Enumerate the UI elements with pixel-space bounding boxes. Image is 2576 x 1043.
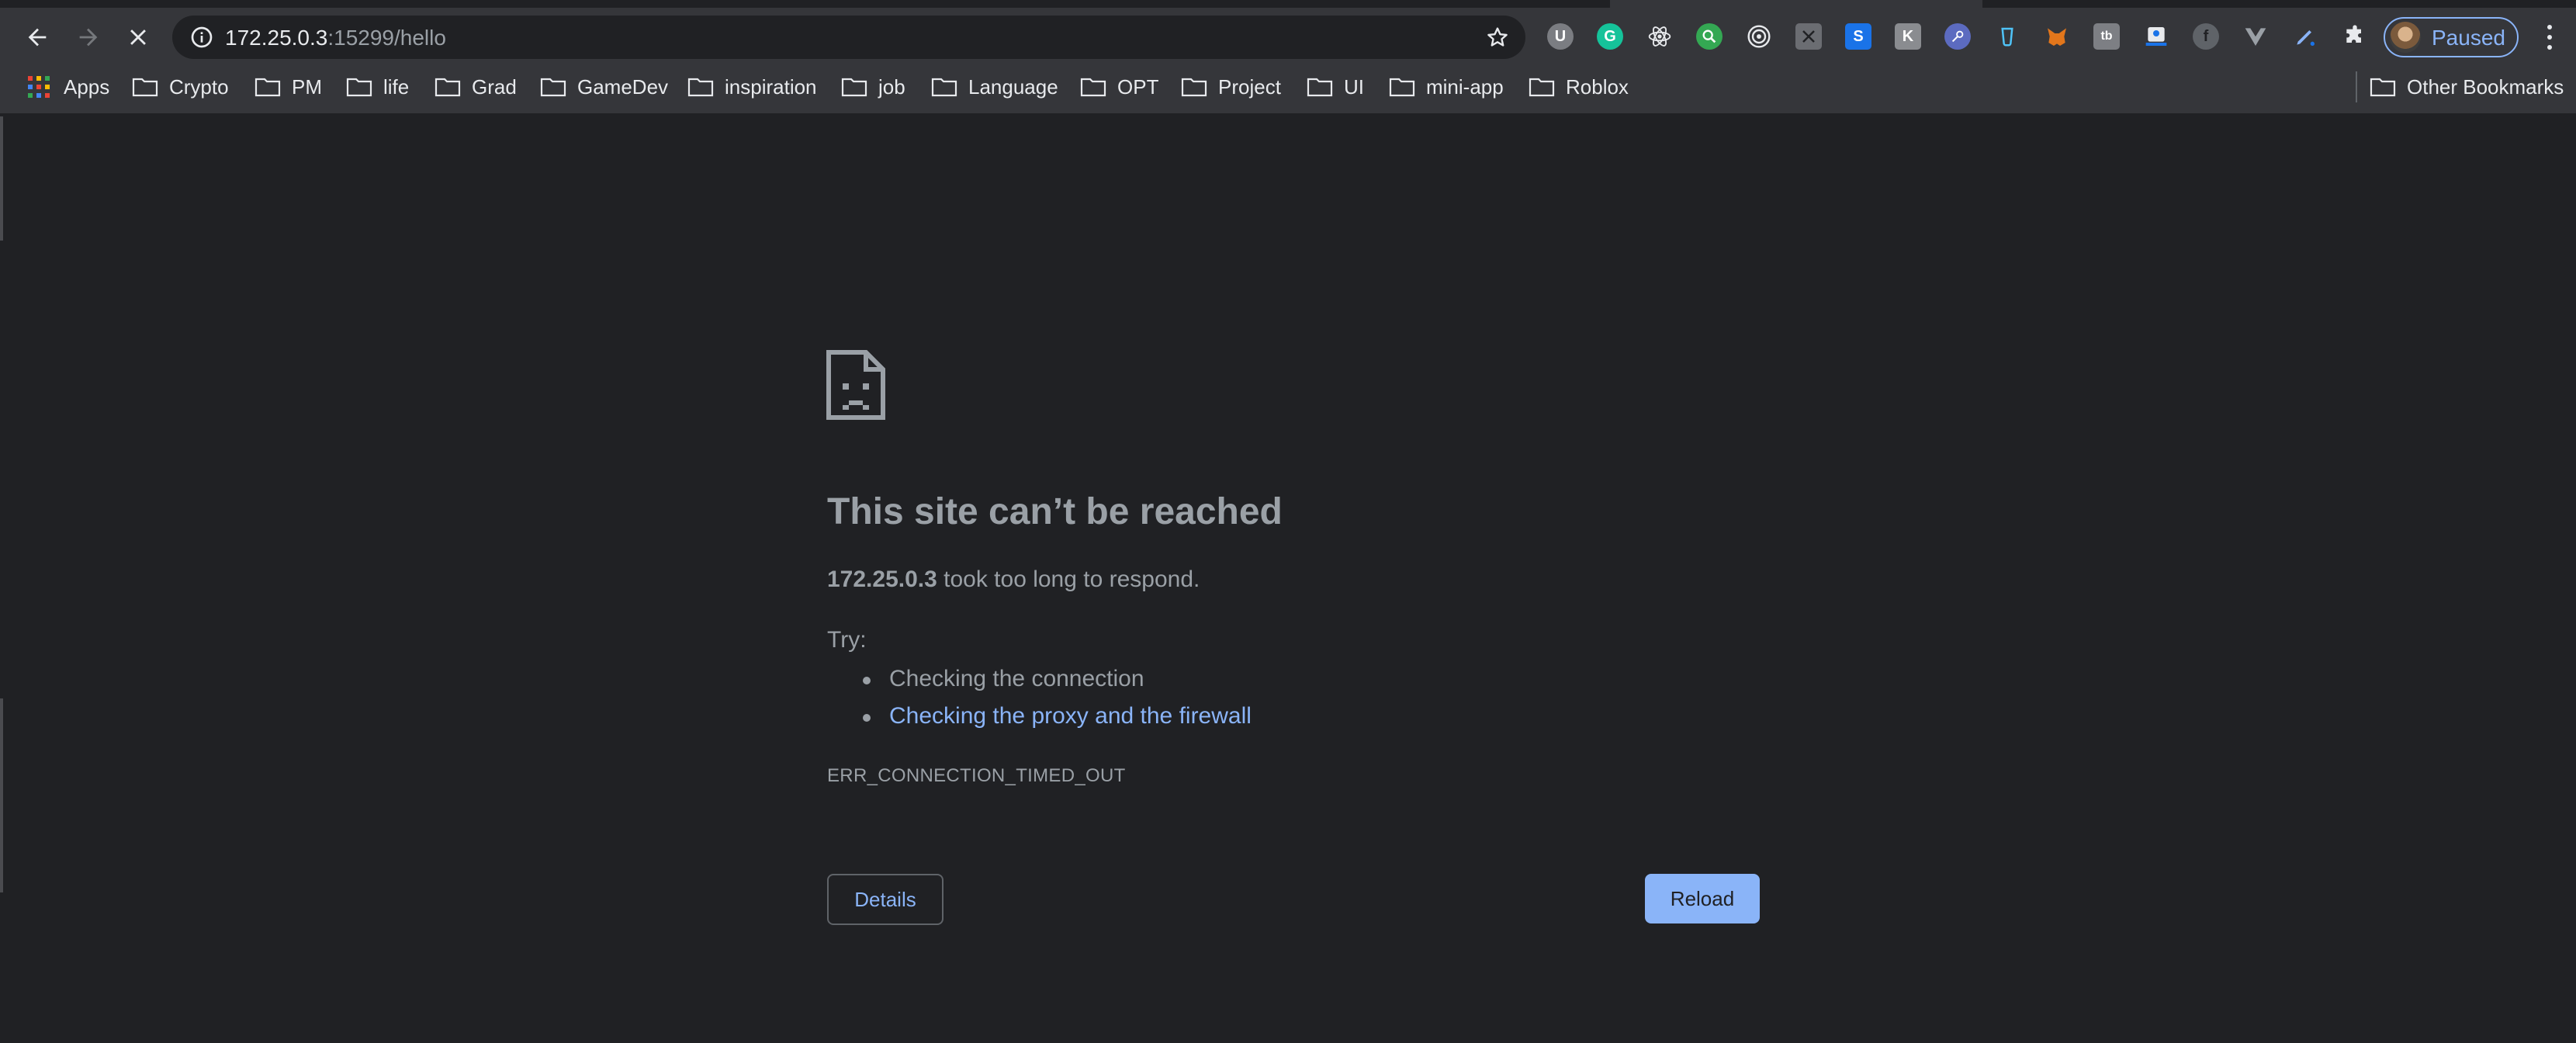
bookmark-folder-pm[interactable]: PM: [254, 73, 322, 101]
bookmark-label: Crypto: [169, 74, 229, 99]
bookmark-label: job: [878, 74, 905, 99]
close-icon: [130, 29, 146, 45]
try-label: Try:: [827, 627, 867, 653]
error-description: 172.25.0.3 took too long to respond.: [827, 567, 1200, 593]
cup-extension-icon[interactable]: [1994, 23, 2020, 50]
bookmark-folder-gamedev[interactable]: GameDev: [540, 73, 668, 101]
metamask-icon[interactable]: [2044, 23, 2070, 50]
bookmark-label: OPT: [1117, 74, 1159, 99]
bookmark-label: Grad: [472, 74, 517, 99]
error-message: took too long to respond.: [937, 567, 1200, 592]
tab-strip: [0, 0, 1610, 8]
bookmark-folder-ui[interactable]: UI: [1307, 73, 1364, 101]
ublock-icon[interactable]: U: [1547, 23, 1574, 50]
address-bar[interactable]: 172.25.0.3:15299/hello: [172, 16, 1525, 59]
scissors-extension-icon[interactable]: [1795, 23, 1822, 50]
bookmark-label: Project: [1218, 74, 1281, 99]
bookmark-folder-crypto[interactable]: Crypto: [132, 73, 229, 101]
bookmark-folder-grad[interactable]: Grad: [435, 73, 517, 101]
reload-button[interactable]: Reload: [1645, 874, 1760, 923]
star-icon[interactable]: [1485, 25, 1510, 50]
arrow-right-icon: [79, 28, 98, 47]
bullet: [863, 677, 871, 684]
suggestion-text: Checking the connection: [889, 666, 1144, 691]
vue-devtools-icon[interactable]: [2242, 23, 2269, 50]
error-code: ERR_CONNECTION_TIMED_OUT: [827, 765, 1126, 786]
stop-loading-button[interactable]: [119, 19, 157, 56]
pen-extension-icon[interactable]: [2292, 23, 2318, 50]
bookmark-label: Other Bookmarks: [2407, 74, 2564, 99]
facebook-icon[interactable]: f: [2193, 23, 2219, 50]
url-path: :15299/hello: [327, 26, 446, 50]
folder-icon: [1181, 78, 1207, 97]
folder-icon: [132, 78, 158, 97]
bookmark-label: GameDev: [577, 74, 669, 99]
avatar: [2390, 22, 2421, 53]
bookmarks-divider: [2356, 71, 2357, 102]
details-button[interactable]: Details: [827, 874, 943, 925]
folder-icon: [1080, 78, 1106, 97]
bookmark-label: life: [383, 74, 410, 99]
folder-icon: [931, 78, 957, 97]
search-extension-icon[interactable]: [1696, 23, 1723, 50]
folder-icon: [1307, 78, 1333, 97]
bookmarks-bar: Apps Crypto PM life Grad GameDev inspira…: [0, 59, 2576, 115]
window-edge: [0, 116, 3, 241]
bookmark-folder-roblox[interactable]: Roblox: [1529, 73, 1629, 101]
bookmark-label: PM: [292, 74, 322, 99]
bookmark-folder-life[interactable]: life: [346, 73, 409, 101]
sad-document-icon: [826, 350, 885, 420]
apps-grid-icon: [28, 76, 50, 98]
tb-extension-icon[interactable]: tb: [2093, 23, 2120, 50]
key-extension-icon[interactable]: [1944, 23, 1971, 50]
react-devtools-icon[interactable]: [1646, 23, 1673, 50]
profile-button[interactable]: Paused: [2384, 17, 2519, 57]
back-button[interactable]: [19, 19, 56, 56]
proxy-firewall-link[interactable]: Checking the proxy and the firewall: [889, 703, 1252, 729]
bookmark-label: Language: [968, 74, 1058, 99]
address-url[interactable]: 172.25.0.3:15299/hello: [225, 26, 446, 50]
bookmark-apps[interactable]: Apps: [28, 73, 109, 101]
folder-icon: [540, 78, 566, 97]
puzzle-extensions-icon[interactable]: [2342, 23, 2368, 50]
bookmark-folder-opt[interactable]: OPT: [1080, 73, 1158, 101]
bookmark-folder-inspiration[interactable]: inspiration: [687, 73, 817, 101]
bookmark-folder-job[interactable]: job: [841, 73, 905, 101]
bookmark-folder-project[interactable]: Project: [1181, 73, 1281, 101]
forward-button[interactable]: [70, 19, 107, 56]
folder-icon: [1529, 78, 1555, 97]
k-extension-icon[interactable]: K: [1895, 23, 1921, 50]
tab-strip-right: [1982, 0, 2576, 8]
bookmark-other-bookmarks[interactable]: Other Bookmarks: [2370, 73, 2564, 101]
arrow-left-icon: [28, 28, 47, 47]
folder-icon: [841, 78, 867, 97]
bookmark-folder-mini-app[interactable]: mini-app: [1389, 73, 1504, 101]
bookmark-label: mini-app: [1426, 74, 1504, 99]
folder-icon: [2370, 78, 2396, 97]
folder-icon: [435, 78, 461, 97]
error-host: 172.25.0.3: [827, 567, 937, 592]
bullet: [863, 714, 871, 722]
folder-icon: [687, 78, 714, 97]
bookmark-label: Apps: [64, 74, 110, 99]
bookmark-folder-language[interactable]: Language: [931, 73, 1058, 101]
notebook-extension-icon[interactable]: [2143, 23, 2169, 50]
bookmark-label: Roblox: [1566, 74, 1629, 99]
folder-icon: [254, 78, 281, 97]
target-extension-icon[interactable]: [1746, 23, 1772, 50]
s-extension-icon[interactable]: S: [1845, 23, 1871, 50]
folder-icon: [346, 78, 372, 97]
bookmark-label: UI: [1344, 74, 1364, 99]
folder-icon: [1389, 78, 1415, 97]
grammarly-icon[interactable]: G: [1597, 23, 1623, 50]
error-title: This site can’t be reached: [827, 491, 1283, 532]
more-menu-icon[interactable]: [2542, 22, 2557, 53]
window-edge: [0, 698, 3, 892]
info-icon[interactable]: [189, 25, 214, 50]
bookmark-label: inspiration: [725, 74, 817, 99]
url-host: 172.25.0.3: [225, 26, 328, 50]
profile-status-label: Paused: [2432, 26, 2505, 50]
